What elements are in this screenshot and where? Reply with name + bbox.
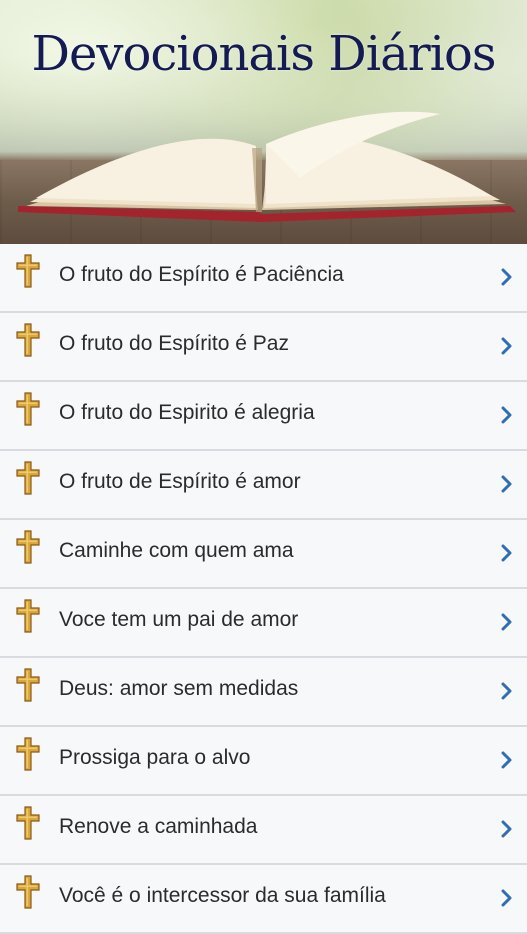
list-item-label: Voce tem um pai de amor (59, 608, 299, 631)
open-book-image (18, 111, 516, 222)
devotional-list: O fruto do Espírito é Paciência O fruto d… (0, 244, 527, 934)
list-item-label: Prossiga para o alvo (59, 746, 251, 769)
cross-icon (15, 254, 41, 288)
chevron-right-icon (501, 268, 513, 286)
list-item[interactable]: Deus: amor sem medidas (0, 658, 527, 727)
chevron-right-icon (501, 889, 513, 907)
list-item-label: O fruto do Espírito é Paz (59, 332, 289, 355)
cross-icon (15, 530, 41, 564)
chevron-right-icon (501, 613, 513, 631)
cross-icon (15, 392, 41, 426)
list-item-label: Você é o intercessor da sua família (59, 884, 386, 907)
list-item[interactable]: O fruto de Espírito é amor (0, 451, 527, 520)
chevron-right-icon (501, 820, 513, 838)
cross-icon (15, 806, 41, 840)
chevron-right-icon (501, 406, 513, 424)
cross-icon (15, 323, 41, 357)
list-item-label: O fruto de Espírito é amor (59, 470, 301, 493)
list-item[interactable]: O fruto do Espírito é Paciência (0, 244, 527, 313)
cross-icon (15, 875, 41, 909)
chevron-right-icon (501, 682, 513, 700)
list-item-label: Deus: amor sem medidas (59, 677, 299, 700)
list-item-label: O fruto do Espirito é alegria (59, 401, 315, 424)
list-item[interactable]: O fruto do Espirito é alegria (0, 382, 527, 451)
list-item[interactable]: O fruto do Espírito é Paz (0, 313, 527, 382)
list-item-label: O fruto do Espírito é Paciência (59, 263, 344, 286)
list-item-label: Renove a caminhada (59, 815, 258, 838)
chevron-right-icon (501, 544, 513, 562)
list-item[interactable]: Renove a caminhada (0, 796, 527, 865)
cross-icon (15, 737, 41, 771)
chevron-right-icon (501, 337, 513, 355)
cross-icon (15, 599, 41, 633)
cross-icon (15, 668, 41, 702)
chevron-right-icon (501, 475, 513, 493)
header-banner: Devocionais Diários (0, 0, 527, 244)
list-item[interactable]: Voce tem um pai de amor (0, 589, 527, 658)
list-item[interactable]: Caminhe com quem ama (0, 520, 527, 589)
chevron-right-icon (501, 751, 513, 769)
cross-icon (15, 461, 41, 495)
list-item[interactable]: Prossiga para o alvo (0, 727, 527, 796)
app-title: Devocionais Diários (31, 26, 496, 82)
list-item-label: Caminhe com quem ama (59, 539, 294, 562)
